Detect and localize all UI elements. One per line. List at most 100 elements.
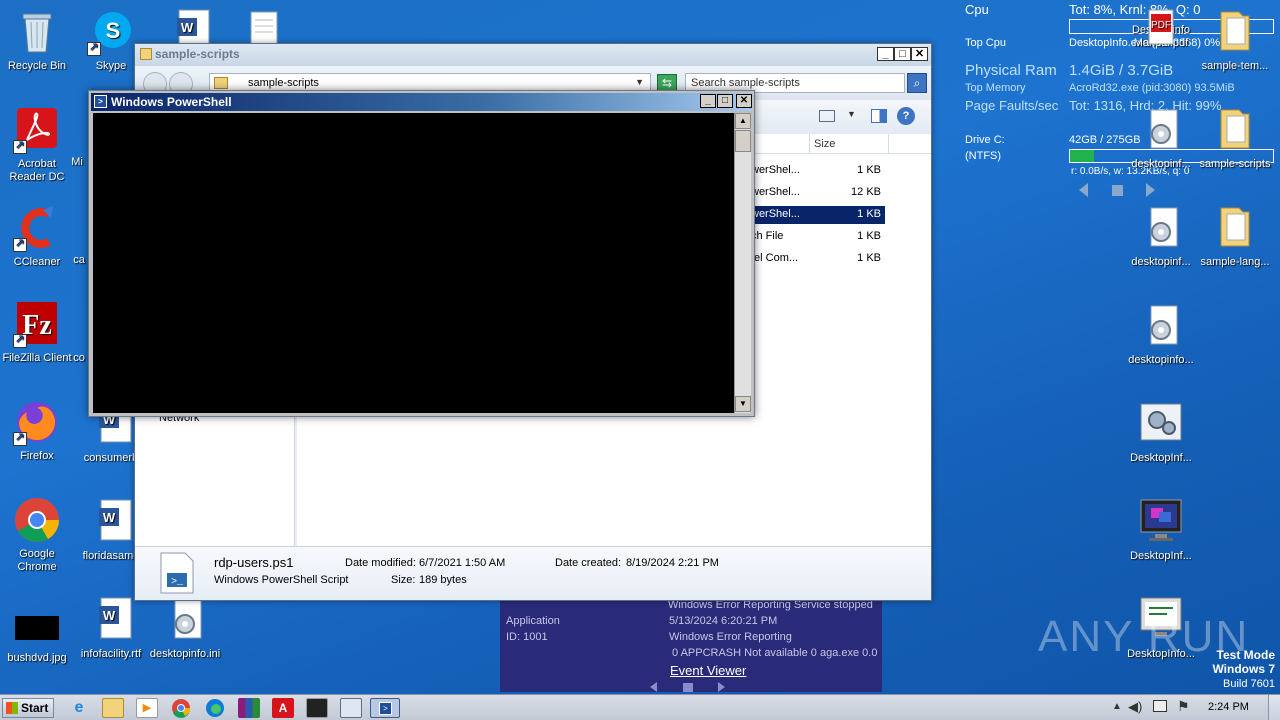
prev-icon[interactable]: [1079, 183, 1088, 197]
row-type: tel Com...: [751, 252, 799, 264]
details-modified-label: Date modified:: [345, 557, 416, 569]
folder-icon: [214, 77, 228, 89]
svg-text:W: W: [103, 608, 116, 623]
network-icon[interactable]: [1153, 700, 1167, 712]
desktop-icon-sample-scripts[interactable]: sample-scripts: [1198, 106, 1272, 171]
edge-icon[interactable]: [204, 698, 226, 718]
acrobat-taskbar-icon[interactable]: A: [272, 698, 294, 718]
desktop-icon-label: Google Chrome: [17, 548, 57, 573]
ps-maximize-button[interactable]: □: [717, 94, 733, 108]
desktop-icon-desktopinfo-ini[interactable]: desktopinfo.ini: [148, 596, 222, 661]
ps-minimize-button[interactable]: _: [700, 94, 716, 108]
help-icon[interactable]: ?: [897, 107, 915, 125]
volume-icon[interactable]: ◀): [1128, 699, 1142, 715]
chrome-taskbar-icon[interactable]: [170, 698, 192, 718]
monitor-icon: [1137, 498, 1185, 546]
powershell-console[interactable]: [93, 113, 734, 413]
event-prev-icon[interactable]: [650, 682, 657, 692]
desktop-icon-desktopinf-monitor[interactable]: DesktopInf...: [1124, 498, 1198, 563]
powershell-icon: >: [379, 702, 392, 715]
app-taskbar-icon[interactable]: [340, 698, 362, 718]
scroll-up-icon[interactable]: ▲: [735, 113, 751, 129]
powershell-icon: >: [94, 95, 107, 108]
details-filename: rdp-users.ps1: [214, 555, 294, 570]
explorer-icon[interactable]: [102, 698, 124, 718]
maximize-button[interactable]: □: [894, 47, 911, 61]
chevron-down-icon[interactable]: ▼: [635, 77, 644, 87]
top-memory-label: Top Memory: [965, 82, 1026, 94]
search-placeholder: Search sample-scripts: [691, 77, 800, 89]
start-button[interactable]: Start: [2, 698, 54, 718]
acrobat-icon: [13, 106, 61, 154]
desktop-icon-filezilla[interactable]: Fz FileZilla Client: [0, 300, 74, 365]
desktop-icon-label: co: [73, 352, 85, 364]
next-icon[interactable]: [1146, 183, 1155, 197]
size-header-label: Size: [814, 138, 836, 150]
minimize-button[interactable]: _: [877, 47, 894, 61]
desktop-icon-label: FileZilla Client: [2, 352, 72, 364]
table-row[interactable]: werShel... 1 KB: [751, 162, 885, 180]
flag-icon[interactable]: ⚑: [1177, 698, 1190, 715]
desktop-icon-label: Mi: [71, 156, 83, 168]
word-icon: W: [87, 596, 135, 644]
desktop-icon-manual-pdf[interactable]: PDF Desktopinfo Manual.pdf: [1124, 8, 1198, 50]
ie-icon[interactable]: e: [68, 698, 90, 718]
powershell-titlebar[interactable]: > Windows PowerShell _ □ ✕: [91, 93, 752, 111]
desktop-icon-label: infofacility.rtf: [80, 648, 142, 660]
svg-text:>_: >_: [171, 577, 184, 588]
event-next-icon[interactable]: [718, 682, 725, 692]
winrar-icon[interactable]: [238, 698, 260, 718]
row-size: 1 KB: [857, 252, 881, 264]
table-row[interactable]: werShel... 12 KB: [751, 184, 885, 202]
desktop-icon-desktopinf-app[interactable]: DesktopInf...: [1124, 400, 1198, 465]
tray-show-hidden-icon[interactable]: ▲: [1112, 701, 1122, 712]
top-memory-value: AcroRd32.exe (pid:3080) 93.5MiB: [1069, 82, 1235, 94]
close-button[interactable]: ✕: [911, 47, 928, 61]
table-row[interactable]: ch File 1 KB: [751, 228, 885, 246]
search-icon[interactable]: ⌕: [907, 73, 927, 93]
desktop-icon-desktopinf-2[interactable]: desktopinf...: [1124, 204, 1198, 269]
desktop-icon-ccleaner[interactable]: CCleaner: [0, 204, 74, 269]
address-text: sample-scripts: [248, 77, 319, 89]
details-pane: >_ rdp-users.ps1 Windows PowerShell Scri…: [135, 546, 931, 600]
ps-close-button[interactable]: ✕: [736, 94, 752, 108]
table-row-selected[interactable]: werShel... 1 KB: [751, 206, 885, 224]
desktop-icon-sample-lang[interactable]: sample-lang...: [1198, 204, 1272, 269]
column-header-size[interactable]: Size: [809, 134, 889, 154]
desktop-icon-chrome[interactable]: Google Chrome: [0, 496, 74, 574]
details-filetype: Windows PowerShell Script: [214, 574, 349, 586]
powershell-taskbar-icon[interactable]: >: [370, 698, 400, 718]
table-row[interactable]: tel Com... 1 KB: [751, 250, 885, 268]
desktop-icon-label: bushdvd.jpg: [7, 652, 67, 664]
preview-pane-icon[interactable]: [871, 109, 887, 123]
clock[interactable]: 2:24 PM: [1208, 701, 1249, 713]
desktop-icon-desktopinfo-3[interactable]: desktopinfo...: [1124, 302, 1198, 367]
desktop-icon-desktopinf-1[interactable]: desktopinf...: [1124, 106, 1198, 171]
powershell-scrollbar[interactable]: ▲ ▼: [734, 113, 751, 413]
svg-text:PDF: PDF: [1151, 20, 1171, 31]
desktop-icon-label: consumerb: [83, 452, 139, 464]
media-player-icon[interactable]: ▶: [136, 698, 158, 718]
recycle-bin-icon: [13, 8, 61, 56]
shortcut-arrow-icon: [13, 237, 27, 252]
chevron-down-icon[interactable]: ▼: [847, 109, 856, 119]
event-viewer-link[interactable]: Event Viewer: [670, 663, 746, 678]
word-icon: W: [87, 498, 135, 546]
view-options-icon[interactable]: [819, 110, 835, 122]
desktop-icon-recycle-bin[interactable]: Recycle Bin: [0, 8, 74, 73]
desktop-icon-firefox[interactable]: Firefox: [0, 398, 74, 463]
desktopinfo-taskbar-icon[interactable]: [306, 698, 328, 718]
desktop-icon-infofacility[interactable]: W infofacility.rtf: [74, 596, 148, 661]
desktop-icon-bushdvd[interactable]: bushdvd.jpg: [0, 600, 74, 665]
scroll-down-icon[interactable]: ▼: [735, 396, 751, 412]
show-desktop-button[interactable]: [1268, 695, 1280, 720]
explorer-titlebar[interactable]: sample-scripts _ □ ✕: [135, 44, 931, 66]
desktop-icon-label: desktopinfo...: [1128, 354, 1194, 366]
desktop-icon-sample-templates[interactable]: sample-tem...: [1198, 8, 1272, 73]
stop-icon[interactable]: [1112, 185, 1123, 196]
scroll-thumb[interactable]: [735, 130, 751, 152]
event-stop-icon[interactable]: [683, 683, 693, 692]
desktop-icon-label: desktopinfo.ini: [149, 648, 221, 660]
drive-fs: (NTFS): [965, 150, 1002, 162]
desktop-icon-acrobat[interactable]: Acrobat Reader DC: [0, 106, 74, 184]
